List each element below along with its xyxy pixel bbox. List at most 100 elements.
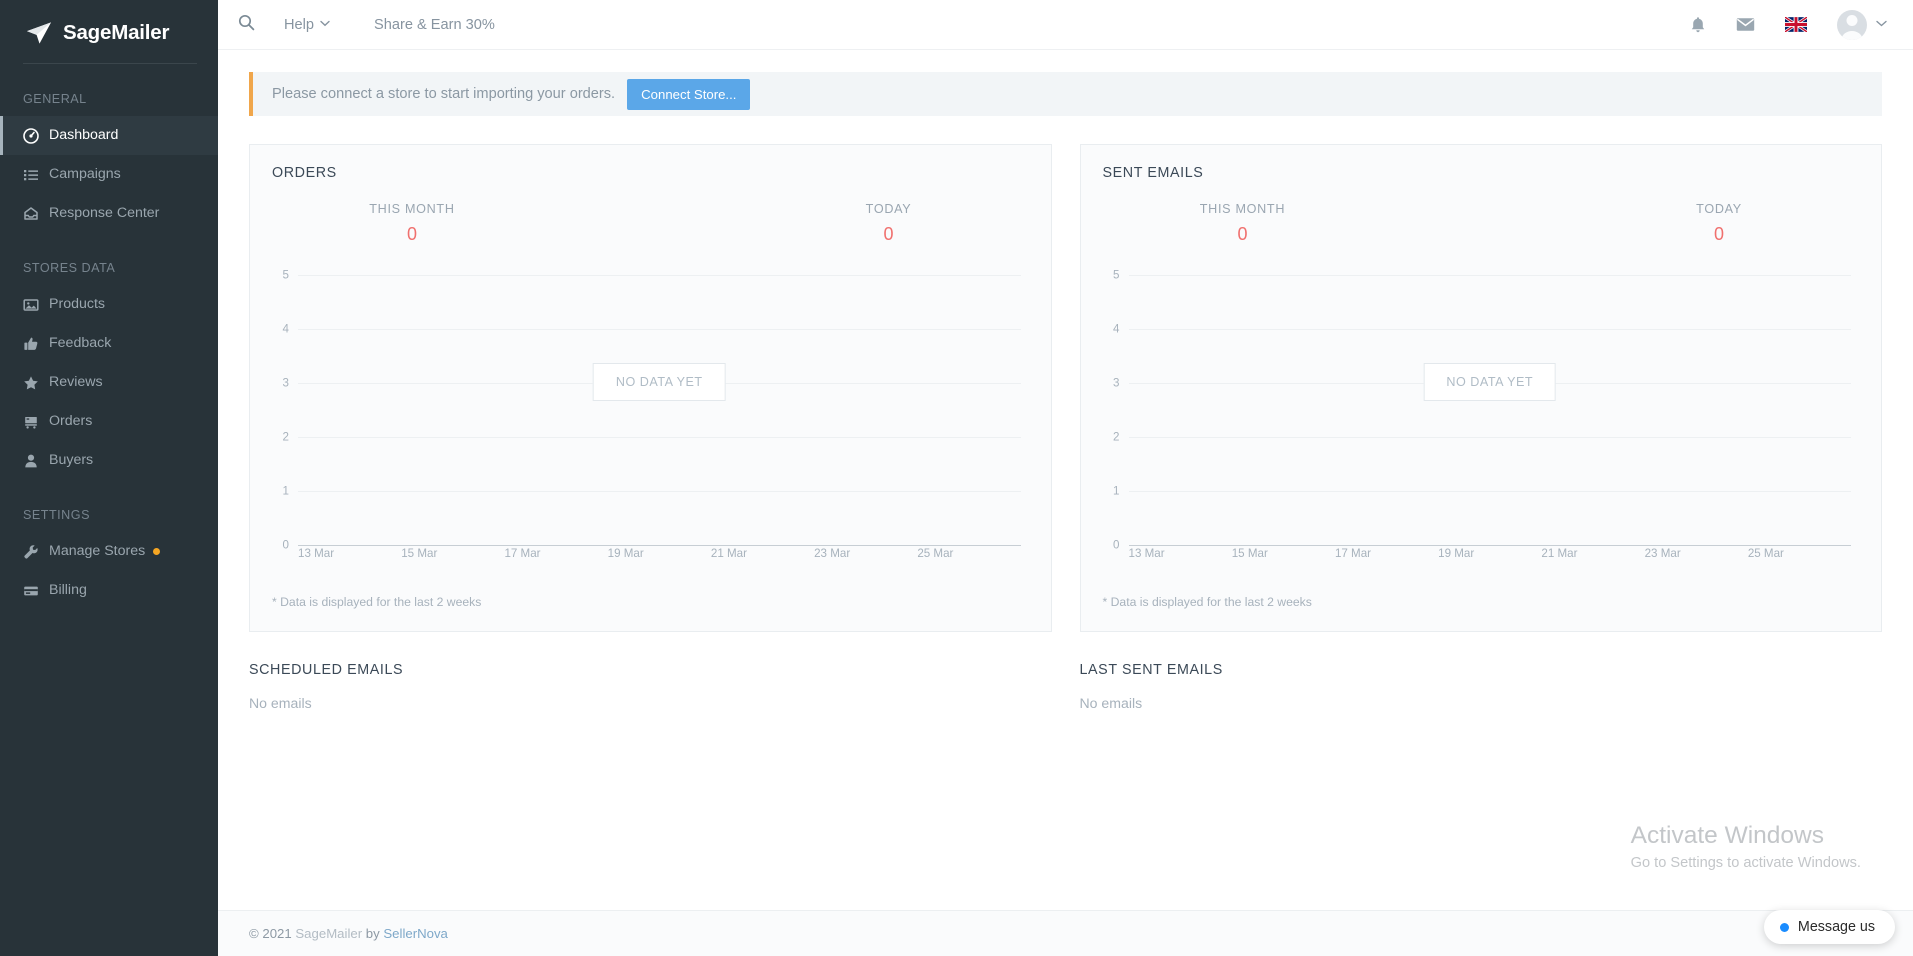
sidebar-item-campaigns[interactable]: Campaigns (0, 155, 218, 194)
online-status-dot-icon (1779, 922, 1789, 932)
topbar-left-group: Help Share & Earn 30% (218, 14, 505, 36)
stat-this-month: THIS MONTH 0 (1004, 202, 1481, 243)
y-tick: 2 (282, 430, 289, 444)
chevron-down-icon (1876, 19, 1887, 30)
panel-empty-state: No emails (249, 695, 312, 711)
sidebar-item-billing[interactable]: Billing (0, 571, 218, 610)
sidebar-item-response-center[interactable]: Response Center (0, 194, 218, 233)
scheduled-emails-panel: SCHEDULED EMAILS No emails (249, 662, 1052, 711)
x-tick: 19 Mar (1438, 547, 1475, 560)
brand[interactable]: SageMailer (0, 0, 218, 50)
topbar: Help Share & Earn 30% (218, 0, 1913, 50)
sidebar-item-buyers[interactable]: Buyers (0, 441, 218, 480)
orders-x-axis: 13 Mar 15 Mar 17 Mar 19 Mar 21 Mar 23 Ma… (298, 547, 1021, 560)
sidebar-item-label: Buyers (49, 452, 94, 469)
sidebar-section-stores-data: STORES DATA (23, 261, 116, 275)
y-tick: 4 (282, 322, 289, 336)
x-tick: 15 Mar (401, 547, 438, 560)
bell-icon[interactable] (1690, 16, 1706, 34)
sidebar-item-label: Feedback (49, 335, 112, 352)
y-tick: 1 (282, 484, 289, 498)
y-tick: 0 (282, 538, 289, 552)
stat-label: THIS MONTH (369, 202, 455, 216)
image-icon (23, 297, 49, 313)
credit-card-icon (23, 583, 49, 599)
sidebar-item-orders[interactable]: Orders (0, 402, 218, 441)
x-tick: 19 Mar (607, 547, 644, 560)
panel-empty-state: No emails (1079, 695, 1143, 711)
panel-title: SCHEDULED EMAILS (249, 662, 404, 678)
page-content: Please connect a store to start importin… (218, 50, 1913, 910)
y-tick: 3 (282, 376, 289, 390)
banner-message: Please connect a store to start importin… (272, 86, 616, 102)
orders-stats: THIS MONTH 0 TODAY 0 (272, 197, 1029, 253)
share-and-earn-link[interactable]: Share & Earn 30% (364, 17, 505, 33)
sent-emails-stats: THIS MONTH 0 TODAY 0 (1103, 197, 1860, 253)
search-button[interactable] (218, 14, 274, 36)
footer-by: by (365, 926, 380, 941)
chat-label: Message us (1797, 919, 1875, 935)
x-tick: 23 Mar (1644, 547, 1681, 560)
footer-company-link[interactable]: SellerNova (383, 926, 448, 941)
help-menu[interactable]: Help (274, 17, 340, 33)
uk-flag-icon[interactable] (1784, 15, 1808, 34)
brand-name: SageMailer (63, 21, 170, 44)
help-label: Help (284, 16, 315, 33)
card-title: SENT EMAILS (1102, 165, 1204, 181)
stat-this-month: THIS MONTH 0 (218, 202, 650, 243)
chat-widget[interactable]: Message us (1763, 910, 1895, 944)
sidebar-item-manage-stores[interactable]: Manage Stores (0, 532, 218, 571)
search-icon (238, 14, 255, 36)
orders-chart: 5 4 3 2 1 0 NO DATA YET 13 Mar 15 Mar 17… (272, 269, 1029, 565)
footer-product-link[interactable]: SageMailer (295, 926, 362, 941)
x-tick: 13 Mar (1128, 547, 1165, 560)
y-tick: 3 (1113, 376, 1120, 390)
sidebar-item-label: Billing (49, 582, 87, 599)
x-tick: 21 Mar (710, 547, 747, 560)
sent-emails-card: SENT EMAILS THIS MONTH 0 TODAY 0 5 4 3 2… (1079, 144, 1882, 632)
sidebar-item-products[interactable]: Products (0, 285, 218, 324)
sidebar-item-label: Manage Stores (49, 543, 146, 560)
sidebar-item-label: Response Center (49, 205, 160, 222)
stats-cards-row: ORDERS THIS MONTH 0 TODAY 0 5 4 3 2 1 0 … (249, 144, 1882, 632)
no-data-badge: NO DATA YET (1423, 362, 1557, 401)
envelope-icon[interactable] (1736, 17, 1755, 32)
footer-copyright: © 2021 (249, 926, 292, 941)
y-tick: 4 (1113, 322, 1120, 336)
y-tick: 1 (1113, 484, 1120, 498)
no-data-badge: NO DATA YET (592, 362, 726, 401)
sidebar-item-reviews[interactable]: Reviews (0, 363, 218, 402)
x-tick: 21 Mar (1541, 547, 1578, 560)
card-note: * Data is displayed for the last 2 weeks (272, 595, 482, 609)
topbar-right-group (1690, 9, 1887, 40)
sidebar-item-label: Dashboard (49, 127, 119, 144)
stat-value: 0 (1237, 224, 1248, 244)
sidebar-item-feedback[interactable]: Feedback (0, 324, 218, 363)
stat-value: 0 (1714, 224, 1725, 244)
stat-label: TODAY (1696, 202, 1742, 216)
stat-label: THIS MONTH (1199, 202, 1286, 216)
user-icon (23, 453, 49, 469)
x-tick: 25 Mar (917, 547, 954, 560)
user-avatar-icon (1837, 9, 1867, 40)
main-area: Help Share & Earn 30% Please connect a s… (218, 0, 1913, 956)
list-icon (23, 167, 49, 183)
wrench-icon (23, 544, 49, 560)
x-tick: 17 Mar (1334, 547, 1372, 560)
sidebar-item-dashboard[interactable]: Dashboard (0, 116, 218, 155)
x-tick: 23 Mar (814, 547, 851, 560)
card-note: * Data is displayed for the last 2 weeks (1102, 595, 1312, 609)
last-sent-emails-panel: LAST SENT EMAILS No emails (1080, 662, 1883, 711)
cart-icon (23, 414, 49, 430)
account-menu[interactable] (1837, 9, 1887, 40)
orders-plot-area: 5 4 3 2 1 0 NO DATA YET (283, 269, 1021, 552)
y-tick: 0 (1113, 538, 1120, 552)
sidebar-section-settings: SETTINGS (23, 508, 90, 522)
sidebar-item-label: Orders (49, 413, 93, 430)
email-panels-row: SCHEDULED EMAILS No emails LAST SENT EMA… (249, 662, 1882, 711)
sidebar-section-general: GENERAL (23, 92, 87, 106)
x-tick: 17 Mar (504, 547, 541, 560)
gauge-icon (23, 127, 49, 144)
connect-store-button[interactable]: Connect Store... (627, 78, 751, 110)
y-tick: 2 (1113, 430, 1120, 444)
